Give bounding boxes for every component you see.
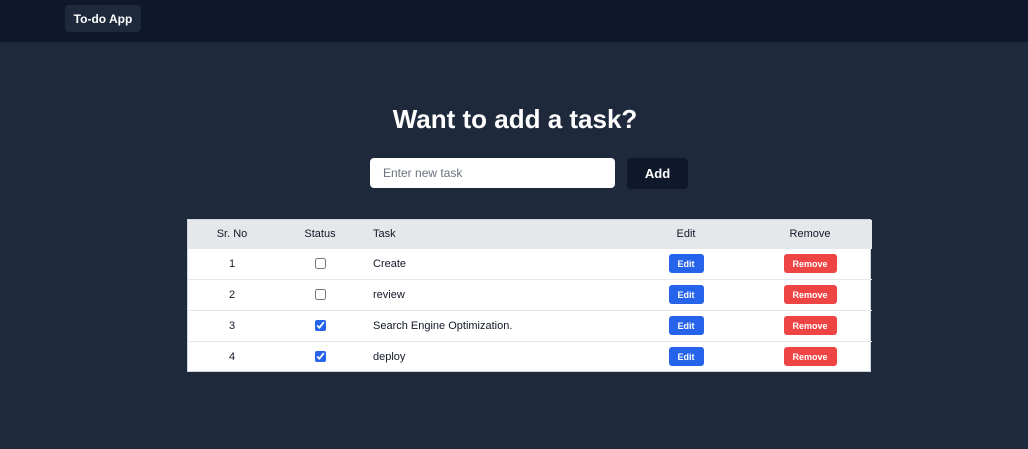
row-status [276, 248, 364, 279]
table-row: 1 Create Edit Remove [188, 248, 872, 279]
row-sr-no: 1 [228, 257, 236, 270]
table-row: 4 deploy Edit Remove [188, 341, 872, 372]
header-status: Status [304, 227, 336, 240]
row-edit: Edit [624, 279, 748, 310]
row-status [276, 310, 364, 341]
edit-button[interactable]: Edit [668, 347, 704, 367]
new-task-input[interactable] [370, 158, 615, 188]
brand-button[interactable]: To-do App [65, 5, 141, 32]
header-sr-no: Sr. No [216, 227, 248, 240]
row-task: Create [373, 257, 407, 270]
row-remove: Remove [748, 341, 872, 372]
row-remove: Remove [748, 310, 872, 341]
status-checkbox[interactable] [314, 289, 326, 301]
row-task: review [373, 288, 405, 301]
row-edit: Edit [624, 248, 748, 279]
edit-button[interactable]: Edit [668, 254, 704, 273]
row-task: deploy [373, 350, 406, 363]
add-task-button[interactable]: Add [627, 158, 688, 189]
edit-button[interactable]: Edit [668, 316, 704, 335]
row-edit: Edit [624, 341, 748, 372]
status-checkbox[interactable] [314, 320, 326, 332]
page-heading: Want to add a task? [392, 104, 638, 134]
header-remove: Remove [789, 227, 831, 240]
row-status [276, 341, 364, 372]
row-sr-no: 2 [228, 288, 236, 301]
tasks-table: Sr. No Status Task Edit Remove 1 Create … [187, 219, 872, 372]
status-checkbox[interactable] [314, 351, 326, 363]
status-checkbox[interactable] [314, 258, 326, 270]
row-edit: Edit [624, 310, 748, 341]
row-task: Search Engine Optimization. [373, 319, 513, 332]
row-remove: Remove [748, 279, 872, 310]
remove-button[interactable]: Remove [783, 254, 837, 273]
row-sr-no: 4 [228, 350, 236, 363]
row-remove: Remove [748, 248, 872, 279]
edit-button[interactable]: Edit [668, 285, 704, 304]
table-row: 2 review Edit Remove [188, 279, 872, 310]
header-task: Task [373, 227, 396, 240]
navbar: To-do App [0, 0, 1028, 42]
remove-button[interactable]: Remove [783, 347, 837, 367]
remove-button[interactable]: Remove [783, 316, 837, 335]
row-sr-no: 3 [228, 319, 236, 332]
row-status [276, 279, 364, 310]
header-edit: Edit [676, 227, 696, 240]
table-header-row: Sr. No Status Task Edit Remove [188, 220, 872, 248]
remove-button[interactable]: Remove [783, 285, 837, 304]
table-row: 3 Search Engine Optimization. Edit Remov… [188, 310, 872, 341]
